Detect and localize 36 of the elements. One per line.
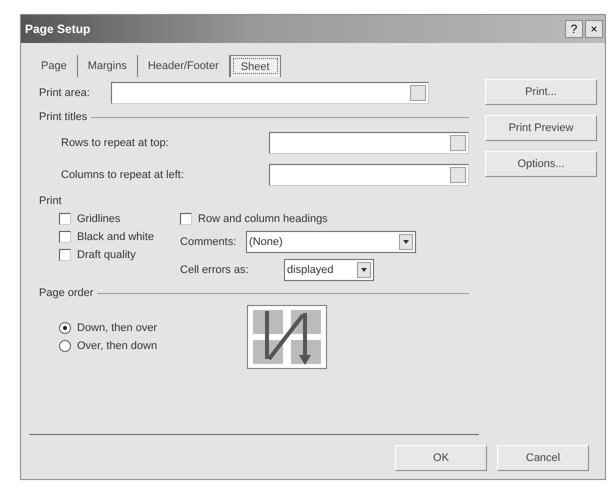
dialog-button[interactable]: OK (395, 445, 487, 471)
tab[interactable]: Page (31, 55, 78, 77)
tab[interactable]: Margins (78, 55, 138, 77)
checkbox[interactable] (59, 213, 71, 225)
checkbox-label: Black and white (77, 231, 154, 243)
tab[interactable]: Sheet (230, 55, 281, 77)
dialog-button[interactable]: Print... (485, 79, 597, 105)
field-label: Cell errors as: (180, 264, 250, 276)
dialog-button[interactable]: Cancel (497, 445, 589, 471)
field-label: Columns to repeat at left: (61, 169, 185, 181)
window-title: Page Setup (25, 22, 90, 36)
checkbox-label: Gridlines (77, 213, 120, 225)
field-label: Print area: (39, 87, 91, 99)
field-label: Comments: (180, 236, 238, 248)
checkbox-label: Row and column headings (198, 213, 328, 225)
radio-button[interactable] (59, 322, 71, 334)
radio-label: Over, then down (77, 340, 158, 352)
section-heading: Page order (39, 287, 94, 299)
checkbox[interactable] (59, 231, 71, 243)
checkbox[interactable] (180, 213, 192, 225)
radio-label: Down, then over (77, 322, 158, 334)
radio-button[interactable] (59, 340, 71, 352)
range-field[interactable] (269, 164, 469, 186)
field-label: Rows to repeat at top: (61, 137, 170, 149)
print-area-field[interactable] (111, 82, 429, 104)
dialog-button[interactable]: Options... (485, 151, 597, 177)
checkbox[interactable] (59, 249, 71, 261)
close-button[interactable]: × (585, 20, 603, 38)
comments-dropdown[interactable]: (None) (246, 231, 416, 253)
checkbox-label: Draft quality (77, 249, 136, 261)
dialog-button[interactable]: Print Preview (485, 115, 597, 141)
help-button[interactable]: ? (565, 20, 583, 38)
section-heading: Print (39, 195, 62, 207)
cell-errors-dropdown[interactable]: displayed (284, 259, 374, 281)
section-heading: Print titles (39, 111, 88, 123)
range-field[interactable] (269, 132, 469, 154)
